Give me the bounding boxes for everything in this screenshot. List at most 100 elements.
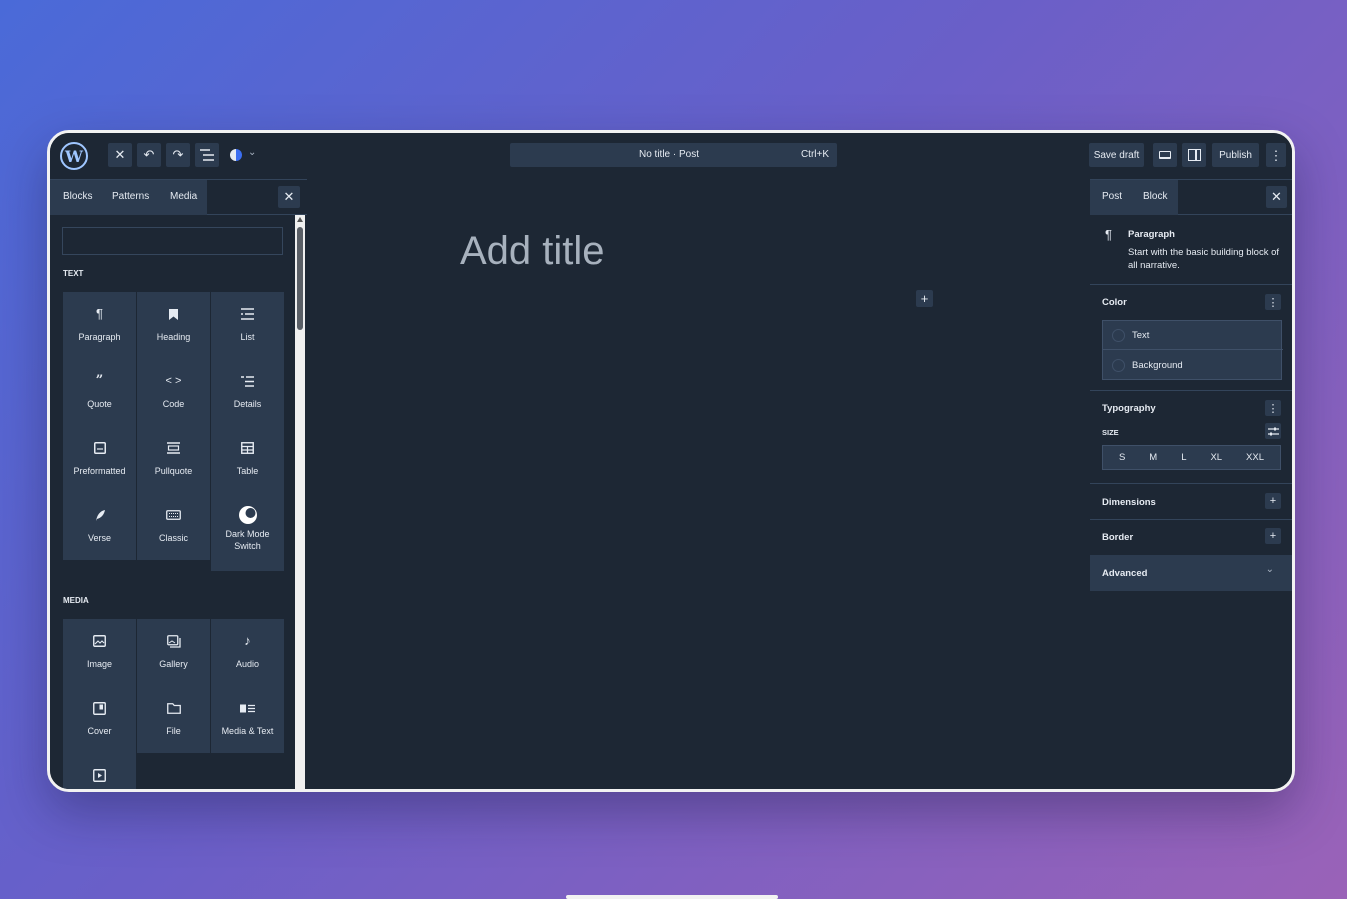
feather-icon: [94, 508, 106, 522]
tab-media[interactable]: Media: [170, 191, 197, 202]
editor-canvas: Add title +: [307, 179, 1090, 789]
tab-block[interactable]: Block: [1143, 191, 1167, 202]
color-text-item[interactable]: Text: [1103, 321, 1283, 350]
color-background-item[interactable]: Background: [1103, 351, 1283, 380]
document-overview-button[interactable]: [195, 143, 219, 167]
dark-mode-icon: [238, 506, 257, 524]
block-preformatted[interactable]: Preformatted: [63, 426, 136, 493]
block-label: Audio: [235, 659, 260, 669]
block-classic[interactable]: Classic: [137, 493, 210, 560]
section-label-text: TEXT: [63, 269, 84, 278]
chevron-down-icon[interactable]: ⌄: [248, 147, 256, 158]
half-circle-icon: [230, 149, 242, 161]
plus-icon: +: [1269, 530, 1277, 542]
block-video[interactable]: [63, 753, 136, 789]
add-block-button[interactable]: +: [916, 290, 933, 307]
block-image[interactable]: Image: [63, 619, 136, 686]
block-label: Pullquote: [154, 466, 193, 476]
typography-options-button[interactable]: ⋮: [1265, 400, 1281, 416]
code-icon: < >: [165, 375, 182, 387]
scroll-down-arrow-icon[interactable]: [297, 789, 303, 792]
block-code[interactable]: < > Code: [137, 359, 210, 426]
cover-icon: [93, 701, 106, 715]
block-media-text[interactable]: Media & Text: [211, 686, 284, 753]
block-label: Image: [86, 659, 112, 669]
block-file[interactable]: File: [137, 686, 210, 753]
list-view-icon: [200, 149, 214, 161]
more-vertical-icon: ⋮: [1269, 147, 1283, 163]
settings-sidebar-button[interactable]: [1182, 143, 1206, 167]
block-inserter-panel: Blocks Patterns Media ✕ TEXT ¶ Paragraph…: [50, 179, 307, 792]
block-dark-mode-switch[interactable]: Dark Mode Switch: [211, 493, 284, 571]
advanced-panel-heading: Advanced: [1102, 568, 1148, 579]
tab-post[interactable]: Post: [1102, 191, 1122, 202]
scrollbar-thumb[interactable]: [297, 227, 303, 330]
details-icon: [241, 374, 254, 388]
block-quote[interactable]: ” Quote: [63, 359, 136, 426]
block-list[interactable]: List: [211, 292, 284, 359]
tab-patterns[interactable]: Patterns: [112, 191, 149, 202]
shortcut-hint: Ctrl+K: [800, 149, 829, 160]
preview-button[interactable]: [1153, 143, 1177, 167]
block-details[interactable]: Details: [211, 359, 284, 426]
inserter-scrollbar[interactable]: [295, 215, 305, 792]
color-item-label: Background: [1132, 360, 1183, 371]
undo-button[interactable]: ↶: [137, 143, 161, 167]
list-icon: [241, 307, 254, 321]
block-card-title: Paragraph: [1128, 229, 1175, 240]
save-draft-button[interactable]: Save draft: [1089, 143, 1144, 167]
font-size-label: SIZE: [1102, 428, 1119, 437]
color-options-button[interactable]: ⋮: [1265, 294, 1281, 310]
divider: [1090, 519, 1292, 520]
redo-icon: ↷: [172, 147, 184, 162]
keyboard-icon: [166, 508, 181, 522]
close-inserter-button[interactable]: ✕: [108, 143, 132, 167]
settings-sidebar: Post Block ✕ ¶ Paragraph Start with the …: [1090, 179, 1292, 789]
custom-size-button[interactable]: [1265, 423, 1281, 439]
block-cover[interactable]: Cover: [63, 686, 136, 753]
command-palette-bar[interactable]: No title · Post Ctrl+K: [510, 143, 837, 167]
font-size-s[interactable]: S: [1119, 452, 1125, 463]
redo-button[interactable]: ↷: [166, 143, 190, 167]
dark-mode-toggle[interactable]: [224, 143, 248, 167]
block-gallery[interactable]: Gallery: [137, 619, 210, 686]
font-size-xxl[interactable]: XXL: [1246, 452, 1264, 463]
block-audio[interactable]: ♪ Audio: [211, 619, 284, 686]
border-panel-heading: Border: [1102, 532, 1134, 543]
block-pullquote[interactable]: Pullquote: [137, 426, 210, 493]
wordpress-logo[interactable]: W: [60, 142, 88, 170]
close-inserter-panel-button[interactable]: ✕: [278, 186, 300, 208]
table-icon: [241, 441, 254, 455]
font-size-m[interactable]: M: [1149, 452, 1157, 463]
block-paragraph[interactable]: ¶ Paragraph: [63, 292, 136, 359]
quote-icon: ”: [95, 373, 104, 388]
post-title-input[interactable]: Add title: [460, 229, 605, 274]
close-icon: ✕: [283, 189, 295, 204]
block-label: Classic: [158, 533, 188, 543]
font-size-l[interactable]: L: [1181, 452, 1186, 463]
close-icon: ✕: [114, 147, 126, 162]
scroll-up-arrow-icon[interactable]: [297, 217, 303, 222]
color-item-label: Text: [1132, 329, 1150, 341]
editor-toolbar: W ✕ ↶ ↷ ⌄ No title · Post Ctrl+K Save dr…: [50, 133, 1292, 179]
block-heading[interactable]: Heading: [137, 292, 210, 359]
block-verse[interactable]: Verse: [63, 493, 136, 560]
block-label: List: [240, 332, 255, 342]
publish-button[interactable]: Publish: [1212, 143, 1259, 167]
close-settings-button[interactable]: ✕: [1266, 186, 1287, 208]
font-size-xl[interactable]: XL: [1210, 452, 1222, 463]
dimensions-add-button[interactable]: +: [1265, 493, 1281, 509]
block-card-description: Start with the basic building block of a…: [1128, 247, 1280, 271]
block-label: Table: [236, 466, 259, 476]
inserter-tab-group: Blocks Patterns Media: [50, 180, 207, 215]
block-search-input[interactable]: [62, 227, 283, 255]
tab-blocks[interactable]: Blocks: [63, 191, 92, 202]
block-label: Dark Mode Switch: [225, 529, 270, 551]
border-add-button[interactable]: +: [1265, 528, 1281, 544]
options-button[interactable]: ⋮: [1266, 143, 1286, 167]
sidebar-icon: [1187, 149, 1201, 161]
gallery-icon: [166, 634, 181, 648]
paragraph-icon: ¶: [96, 306, 103, 321]
block-table[interactable]: Table: [211, 426, 284, 493]
advanced-panel-toggle[interactable]: Advanced ⌄: [1090, 555, 1292, 591]
